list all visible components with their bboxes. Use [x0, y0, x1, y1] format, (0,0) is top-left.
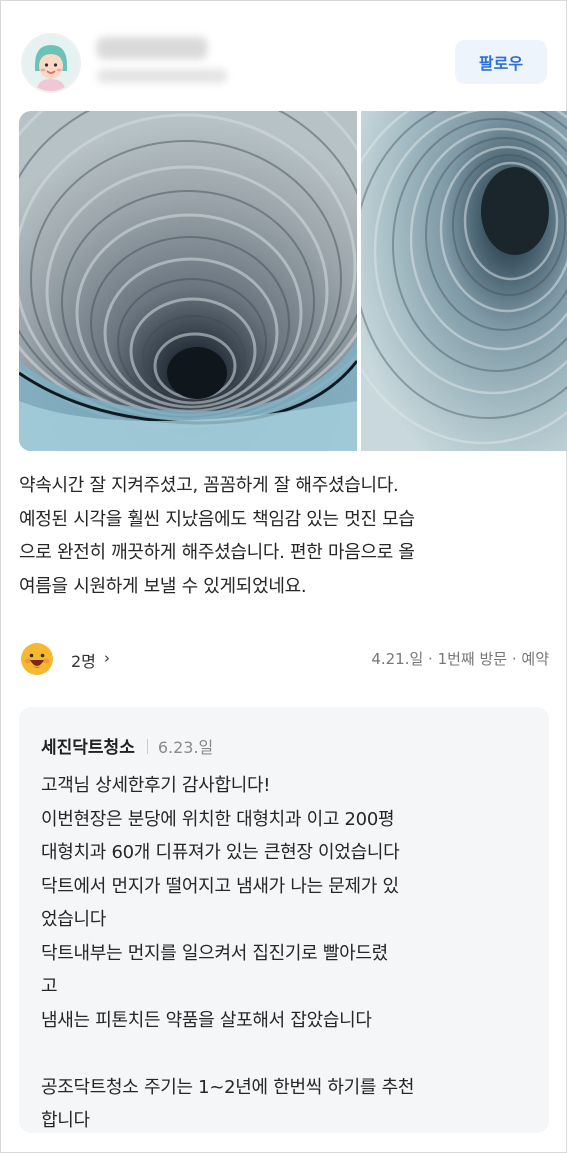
reply-line: 었습니다: [41, 909, 107, 930]
blurred-username[interactable]: [97, 37, 207, 59]
user-avatar-icon[interactable]: [21, 33, 81, 93]
follow-button[interactable]: 팔로우: [455, 40, 547, 84]
reply-date: 6.23.일: [157, 738, 214, 757]
reply-line: 이번현장은 분당에 위치한 대형치과 이고 200평: [41, 808, 395, 830]
reply-line: 대형치과 60개 디퓨져가 있는 큰현장 이었습니다: [41, 842, 400, 863]
owner-name: 세진닥트청소: [41, 738, 135, 758]
reply-line: 합니다: [41, 1110, 90, 1131]
reply-header: 세진닥트청소 6.23.일: [41, 733, 214, 758]
review-photo-2[interactable]: [361, 111, 567, 451]
chevron-right-icon[interactable]: ›: [104, 649, 110, 667]
reply-line: 고객님 상세한후기 감사합니다!: [41, 775, 271, 796]
divider: [146, 739, 148, 754]
reply-line: [41, 1037, 531, 1071]
review-card: 팔로우 약속시간 잘 지켜주셨고, 꼼꼼하게 잘 해주셨습니다. 예정된 시각을…: [0, 0, 567, 1153]
smile-face-icon[interactable]: [19, 641, 55, 677]
reply-line: 고: [41, 976, 58, 997]
reply-line: 공조닥트청소 주기는 1~2년에 한번씩 하기를 추천: [41, 1076, 415, 1098]
reaction-count[interactable]: 2명: [71, 648, 96, 672]
review-photo-carousel[interactable]: [19, 111, 567, 451]
review-line: 약속시간 잘 지켜주셨고, 꼼꼼하게 잘 해주셨습니다.: [19, 475, 399, 496]
reaction-row: 2명 › 4.21.일 · 1번째 방문 · 예약: [19, 639, 549, 679]
reply-line: 닥트에서 먼지가 떨어지고 냄새가 나는 문제가 있: [41, 875, 399, 897]
owner-reply: 세진닥트청소 6.23.일 고객님 상세한후기 감사합니다! 이번현장은 분당에 …: [19, 707, 549, 1133]
visit-info: 4.21.일 · 1번째 방문 · 예약: [371, 650, 549, 668]
blurred-user-meta: [97, 69, 227, 83]
review-line: 여름을 시원하게 보낼 수 있게되었네요.: [19, 575, 307, 597]
review-header: 팔로우: [19, 31, 549, 93]
review-line: 예정된 시각을 훨씬 지났음에도 책임감 있는 멋진 모습: [19, 508, 415, 530]
reply-line: 냄새는 피톤치든 약품을 살포해서 잡았습니다: [41, 1009, 372, 1031]
review-photo-1[interactable]: [19, 111, 357, 451]
review-body: 약속시간 잘 지켜주셨고, 꼼꼼하게 잘 해주셨습니다. 예정된 시각을 훨씬 …: [19, 469, 549, 603]
reply-body: 고객님 상세한후기 감사합니다! 이번현장은 분당에 위치한 대형치과 이고 2…: [41, 769, 531, 1138]
review-line: 으로 완전히 깨끗하게 해주셨습니다. 편한 마음으로 올: [19, 542, 415, 563]
reply-line: 닥트내부는 먼지를 일으켜서 집진기로 빨아드렸: [41, 942, 388, 964]
